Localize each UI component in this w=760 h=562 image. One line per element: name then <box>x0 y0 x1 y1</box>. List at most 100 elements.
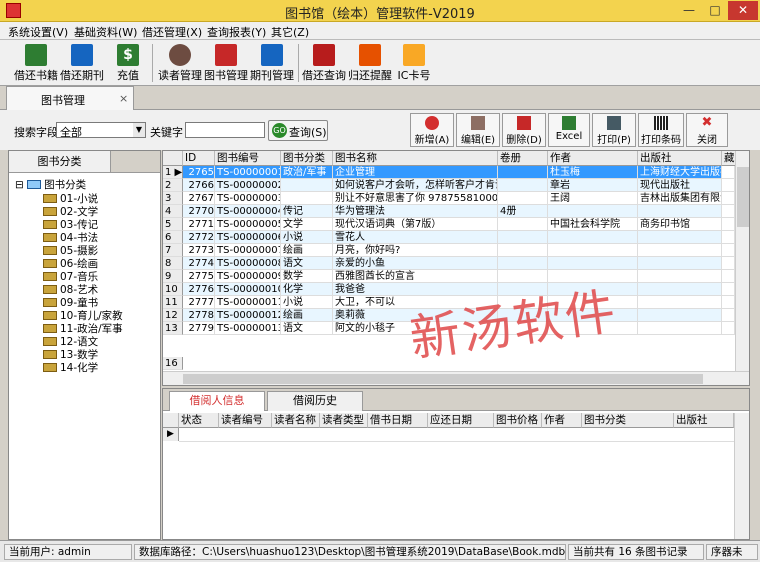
column-header[interactable]: 应还日期 <box>428 413 494 428</box>
table-cell[interactable] <box>722 231 735 244</box>
tree-item[interactable]: 02-文学 <box>43 206 98 219</box>
table-cell[interactable] <box>638 205 722 218</box>
table-cell[interactable]: 文学 <box>281 218 333 231</box>
table-row[interactable]: 1 ▶ 2765 TS-00000001 政治/军事 企业管理 杜玉梅 上海财经大学出版社 <box>163 166 735 179</box>
table-cell[interactable] <box>281 179 333 192</box>
table-cell[interactable] <box>722 296 735 309</box>
table-cell[interactable]: 吉林出版集团有限责任公司 <box>638 192 722 205</box>
table-cell[interactable]: 数学 <box>281 270 333 283</box>
close-window-button[interactable]: ✕ <box>728 1 758 20</box>
column-header[interactable]: 借书日期 <box>368 413 428 428</box>
table-row[interactable]: 9 2775 TS-00000009 数学 西雅图酋长的宣言 <box>163 270 735 283</box>
table-cell[interactable]: 月亮，你好吗? <box>333 244 498 257</box>
table-cell[interactable]: TS-00000008 <box>215 257 281 270</box>
table-cell[interactable]: 2779 <box>183 322 215 335</box>
table-cell[interactable] <box>548 257 638 270</box>
tree-item[interactable]: 06-绘画 <box>43 258 98 271</box>
column-header[interactable]: 图书编号 <box>215 151 281 166</box>
menu-system[interactable]: 系统设置(V) <box>8 24 68 40</box>
table-cell[interactable] <box>722 166 735 179</box>
vertical-scrollbar[interactable] <box>735 151 749 371</box>
collapse-icon[interactable]: ⊟ <box>15 179 24 191</box>
tree-item[interactable]: 12-语文 <box>43 336 98 349</box>
table-cell[interactable] <box>638 283 722 296</box>
table-cell[interactable]: TS-00000012 <box>215 309 281 322</box>
table-cell[interactable]: 语文 <box>281 322 333 335</box>
toolbar-books[interactable]: 图书管理 <box>204 42 248 84</box>
table-cell[interactable] <box>638 231 722 244</box>
table-cell[interactable] <box>722 283 735 296</box>
table-row[interactable]: 4 2770 TS-00000004 传记 华为管理法 4册 <box>163 205 735 218</box>
menu-other[interactable]: 其它(Z) <box>271 24 309 40</box>
table-cell[interactable] <box>548 244 638 257</box>
table-cell[interactable]: 现代汉语词典（第7版） <box>333 218 498 231</box>
keyword-input[interactable] <box>185 122 265 138</box>
print-barcode-button[interactable]: 打印条码 <box>638 113 684 147</box>
edit-button[interactable]: 编辑(E) <box>456 113 500 147</box>
table-cell[interactable] <box>498 179 548 192</box>
table-cell[interactable] <box>722 257 735 270</box>
table-cell[interactable]: 现代出版社 <box>638 179 722 192</box>
tree-item[interactable]: 01-小说 <box>43 193 98 206</box>
column-header[interactable]: 藏 <box>722 151 736 166</box>
column-header[interactable]: ID <box>183 151 215 166</box>
table-cell[interactable]: 雪花人 <box>333 231 498 244</box>
toolbar-journals[interactable]: 期刊管理 <box>250 42 294 84</box>
table-cell[interactable] <box>722 322 735 335</box>
column-header[interactable]: 卷册 <box>498 151 548 166</box>
column-header[interactable]: 图书价格 <box>494 413 542 428</box>
vertical-scrollbar[interactable] <box>734 413 749 539</box>
table-cell[interactable] <box>281 192 333 205</box>
table-cell[interactable]: TS-00000011 <box>215 296 281 309</box>
table-cell[interactable] <box>548 231 638 244</box>
column-header[interactable]: 读者名称 <box>272 413 320 428</box>
table-cell[interactable]: 西雅图酋长的宣言 <box>333 270 498 283</box>
column-header[interactable]: 图书分类 <box>281 151 333 166</box>
table-cell[interactable]: 传记 <box>281 205 333 218</box>
column-header[interactable]: 作者 <box>542 413 582 428</box>
table-cell[interactable]: TS-00000009 <box>215 270 281 283</box>
tree-root[interactable]: ⊟ 图书分类 <box>15 179 86 192</box>
tree-item[interactable]: 03-传记 <box>43 219 98 232</box>
table-cell[interactable] <box>722 218 735 231</box>
table-cell[interactable] <box>498 166 548 179</box>
tab-close-icon[interactable]: × <box>119 92 128 105</box>
menu-basic-data[interactable]: 基础资料(W) <box>74 24 137 40</box>
table-cell[interactable]: 中国社会科学院 <box>548 218 638 231</box>
toolbar-borrow-query[interactable]: 借还查询 <box>302 42 346 84</box>
tab-borrower-info[interactable]: 借阅人信息 <box>169 391 265 411</box>
toolbar-borrow-books[interactable]: 借还书籍 <box>10 42 62 84</box>
table-cell[interactable] <box>638 309 722 322</box>
tree-item[interactable]: 05-摄影 <box>43 245 98 258</box>
table-cell[interactable]: TS-00000010 <box>215 283 281 296</box>
maximize-button[interactable]: □ <box>702 1 728 20</box>
table-cell[interactable] <box>722 205 735 218</box>
table-cell[interactable]: 2765 <box>183 166 215 179</box>
table-row[interactable]: 5 2771 TS-00000005 文学 现代汉语词典（第7版） 中国社会科学院 商务印书… <box>163 218 735 231</box>
tab-category[interactable]: 图书分类 <box>9 151 111 173</box>
column-header[interactable]: 读者类型 <box>320 413 368 428</box>
tree-item[interactable]: 04-书法 <box>43 232 98 245</box>
toolbar-recharge[interactable]: $ 充值 <box>110 42 146 84</box>
table-cell[interactable]: 2774 <box>183 257 215 270</box>
table-cell[interactable] <box>722 244 735 257</box>
table-cell[interactable]: TS-00000005 <box>215 218 281 231</box>
table-cell[interactable] <box>638 322 722 335</box>
table-row[interactable]: 2 2766 TS-00000002 如何说客户才会听，怎样听客户才肯说 章岩 现代出版社 <box>163 179 735 192</box>
menu-borrow-return[interactable]: 借还管理(X) <box>142 24 202 40</box>
minimize-button[interactable]: — <box>676 1 702 20</box>
table-cell[interactable]: 政治/军事 <box>281 166 333 179</box>
table-cell[interactable]: 章岩 <box>548 179 638 192</box>
table-cell[interactable]: 2777 <box>183 296 215 309</box>
table-cell[interactable]: 2772 <box>183 231 215 244</box>
table-cell[interactable]: 企业管理 <box>333 166 498 179</box>
table-cell[interactable]: TS-00000013 <box>215 322 281 335</box>
column-header[interactable]: 状态 <box>179 413 219 428</box>
toolbar-return-reminder[interactable]: 归还提醒 <box>348 42 392 84</box>
table-cell[interactable]: TS-00000001 <box>215 166 281 179</box>
table-cell[interactable]: 2778 <box>183 309 215 322</box>
table-cell[interactable] <box>722 309 735 322</box>
table-cell[interactable] <box>548 205 638 218</box>
table-cell[interactable]: TS-00000006 <box>215 231 281 244</box>
tree-item[interactable]: 14-化学 <box>43 362 98 375</box>
